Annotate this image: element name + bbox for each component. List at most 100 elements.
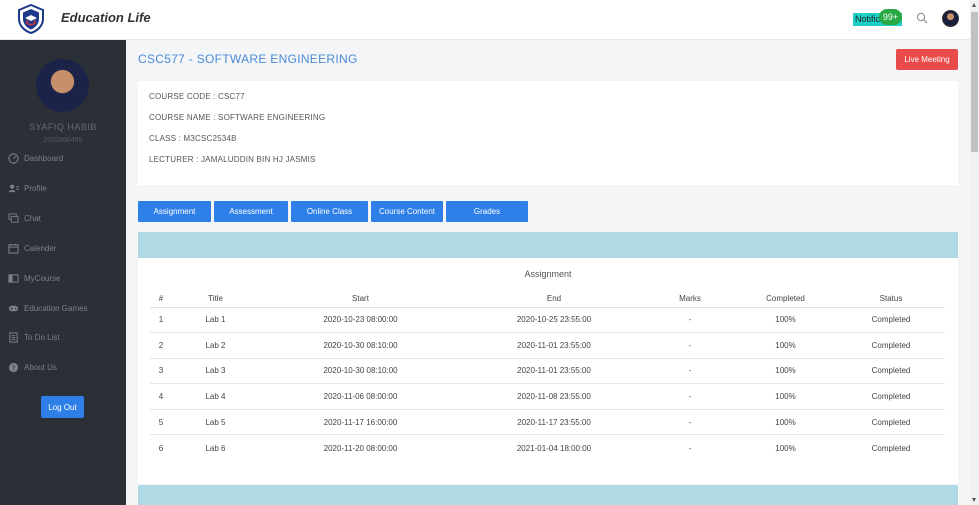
search-icon[interactable] — [916, 12, 928, 24]
todo-icon — [9, 331, 18, 343]
row-title: Lab 5 — [172, 409, 259, 436]
tab-grades[interactable]: Grades — [446, 201, 528, 222]
sidebar-item-label: Profile — [24, 183, 47, 193]
column-header: Status — [837, 290, 945, 308]
scroll-down-icon[interactable] — [972, 498, 976, 502]
live-meeting-button[interactable]: Live Meeting — [896, 49, 958, 70]
column-header: End — [462, 290, 646, 308]
row-title: Lab 2 — [172, 332, 259, 359]
tab-assessment[interactable]: Assessment — [214, 201, 288, 222]
sidebar-item-education-games[interactable]: Education Games — [8, 300, 88, 316]
table-header-row: # Title Start End Marks Completed Status — [150, 290, 945, 308]
sidebar: SYAFIQ HABIB 2020996495 Dashboard Profil… — [0, 40, 126, 505]
row-number: 1 — [150, 307, 172, 334]
row-start: 2020-11-17 16:00:00 — [259, 409, 462, 436]
row-number: 4 — [150, 383, 172, 410]
sidebar-item-label: MyCourse — [24, 273, 61, 283]
sidebar-item-chat[interactable]: Chat — [8, 210, 41, 226]
profile-icon — [8, 184, 19, 192]
logo-icon[interactable] — [16, 4, 46, 34]
row-status: Completed — [837, 383, 945, 410]
chat-icon — [8, 212, 19, 223]
top-header: Education Life Notification 99+ — [0, 0, 970, 40]
row-end: 2020-11-01 23:55:00 — [462, 332, 646, 359]
svg-text:?: ? — [12, 363, 16, 372]
row-status: Completed — [837, 332, 945, 359]
row-status: Completed — [837, 409, 945, 436]
row-end: 2020-11-08 23:55:00 — [462, 383, 646, 410]
row-completed: 100% — [775, 443, 796, 453]
course-icon — [8, 273, 19, 283]
logout-button[interactable]: Log Out — [41, 396, 84, 418]
row-number: 2 — [150, 332, 172, 359]
course-class: CLASS : M3CSC2534B — [149, 134, 237, 143]
row-start: 2020-11-06 08:00:00 — [259, 383, 462, 410]
section-footer-band — [138, 485, 958, 505]
column-header: # — [150, 290, 172, 308]
row-title: Lab 4 — [172, 383, 259, 410]
column-header: Marks — [646, 290, 734, 308]
page-title: CSC577 - SOFTWARE ENGINEERING — [138, 52, 358, 66]
table-row: 4 Lab 4 2020-11-06 08:00:00 2020-11-08 23:5… — [150, 383, 945, 410]
row-completed: 100% — [734, 383, 837, 410]
row-end: 2020-11-17 23:55:00 — [462, 409, 646, 436]
column-header: Start — [259, 290, 462, 308]
course-info-card: COURSE CODE : CSC77 COURSE NAME : SOFTWA… — [138, 81, 958, 185]
row-completed: 100% — [734, 307, 837, 334]
table-body: 1 Lab 1 2020-10-23 08:00:00 2020-10-25 23:5… — [150, 307, 945, 461]
course-name: COURSE NAME : SOFTWARE ENGINEERING — [149, 113, 326, 122]
column-header: Title — [172, 290, 259, 308]
row-marks: - — [688, 443, 692, 453]
course-code: COURSE CODE : CSC77 — [149, 92, 245, 101]
sidebar-item-dashboard[interactable]: Dashboard — [8, 150, 63, 166]
info-icon: ? — [8, 362, 19, 372]
tab-online-class[interactable]: Online Class — [291, 201, 368, 222]
sidebar-item-label: Dashboard — [24, 153, 64, 163]
row-status: Completed — [871, 443, 911, 453]
row-title: Lab 6 — [205, 443, 226, 453]
course-lecturer: LECTURER : JAMALUDDIN BIN HJ JASMIS — [149, 155, 316, 164]
row-status: Completed — [837, 307, 945, 334]
gamepad-icon — [8, 305, 19, 311]
row-status: Completed — [837, 358, 945, 385]
sidebar-item-to-do-list[interactable]: To Do List — [8, 329, 60, 345]
app-title: Education Life — [61, 10, 151, 25]
tab-course-content[interactable]: Course Content — [371, 201, 443, 222]
table-row: 5 Lab 5 2020-11-17 16:00:00 2020-11-17 23:5… — [150, 409, 945, 436]
scroll-thumb[interactable] — [971, 12, 978, 152]
row-number: 3 — [150, 358, 172, 385]
assignment-card: Assignment # Title Start End Marks Compl… — [138, 258, 958, 484]
column-header: Completed — [734, 290, 837, 308]
dashboard-icon — [8, 152, 19, 164]
sidebar-item-label: Chat — [24, 213, 41, 223]
sidebar-item-mycourse[interactable]: MyCourse — [8, 270, 60, 286]
sidebar-item-calender[interactable]: Calender — [8, 240, 56, 256]
sidebar-item-label: About Us — [24, 362, 57, 372]
user-avatar[interactable] — [942, 10, 959, 27]
table-row: 3 Lab 3 2020-10-30 08:10:00 2020-11-01 23:5… — [150, 358, 945, 385]
sidebar-item-label: To Do List — [24, 332, 60, 342]
row-title: Lab 3 — [172, 358, 259, 385]
row-marks: - — [646, 383, 734, 410]
row-end: 2020-11-01 23:55:00 — [462, 358, 646, 385]
table-row: 1 Lab 1 2020-10-23 08:00:00 2020-10-25 23:5… — [150, 307, 945, 334]
row-title: Lab 1 — [172, 307, 259, 334]
profile-id: 2020996495 — [43, 137, 83, 144]
row-marks: - — [646, 332, 734, 359]
calendar-icon — [8, 243, 19, 254]
tab-assignment[interactable]: Assignment — [138, 201, 211, 222]
sidebar-item-label: Education Games — [24, 303, 88, 313]
sidebar-item-about-us[interactable]: ? About Us — [8, 359, 57, 375]
row-end: 2020-10-25 23:55:00 — [462, 307, 646, 334]
table-caption: Assignment — [524, 269, 572, 279]
row-marks: - — [646, 409, 734, 436]
assignment-table: # Title Start End Marks Completed Status… — [150, 290, 945, 461]
sidebar-item-profile[interactable]: Profile — [8, 180, 47, 196]
row-start: 2020-10-30 08:10:00 — [259, 358, 462, 385]
page-scrollbar[interactable] — [970, 0, 979, 505]
notification-badge[interactable]: 99+ — [879, 9, 902, 25]
row-end: 2021-01-04 18:00:00 — [516, 443, 592, 453]
profile-name: SYAFIQ HABIB — [29, 122, 97, 132]
row-completed: 100% — [734, 358, 837, 385]
scroll-up-icon[interactable] — [972, 3, 976, 7]
